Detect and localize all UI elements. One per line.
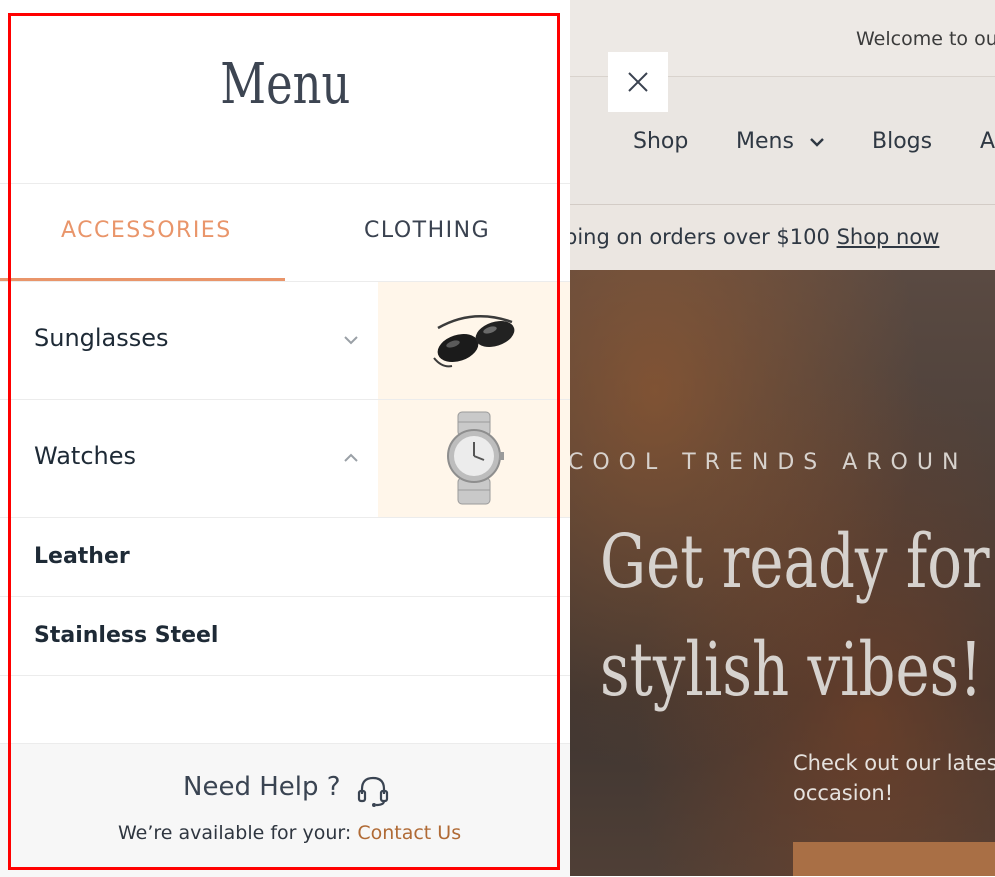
background-site: Welcome to ou Shop Mens Blogs A ping on … (570, 0, 995, 876)
watch-icon (447, 411, 504, 505)
close-menu-button[interactable] (608, 52, 668, 112)
category-watches[interactable]: Watches (0, 400, 570, 518)
availability-text: We’re available for your: Contact Us (118, 822, 461, 844)
hero-cta-button[interactable] (793, 842, 995, 876)
nav-blogs[interactable]: Blogs (872, 129, 932, 154)
hero-title-line-2: stylish vibes! (600, 627, 983, 713)
nav-mens[interactable]: Mens (736, 129, 825, 154)
hero-description-line-2: occasion! (793, 781, 894, 805)
contact-us-link[interactable]: Contact Us (357, 822, 461, 844)
promo-bar: ping on orders over $100 Shop now (570, 204, 995, 271)
category-label: Watches (34, 442, 136, 470)
menu-title: Menu (219, 52, 351, 117)
welcome-text: Welcome to ou (856, 28, 995, 50)
subcategory-label: Stainless Steel (34, 623, 219, 648)
hero-banner: COOL TRENDS AROUN Get ready for stylish … (570, 270, 995, 876)
category-label: Sunglasses (34, 324, 169, 352)
availability-label: We’re available for your: (118, 822, 352, 844)
divider (0, 183, 570, 184)
chevron-down-icon (810, 138, 824, 147)
watch-thumbnail (378, 400, 570, 517)
promo-message: ping on orders over $100 (570, 225, 830, 249)
need-help-text: Need Help ? (183, 772, 341, 802)
hero-description-line-1: Check out our lates (793, 751, 995, 775)
menu-footer: Need Help ? We’re available for your: Co… (0, 743, 570, 877)
sunglasses-icon (433, 315, 515, 368)
close-icon (628, 72, 648, 92)
hero-description: Check out our lates occasion! (793, 748, 995, 808)
sunglasses-thumbnail (378, 282, 570, 399)
subcategory-stainless-steel[interactable]: Stainless Steel (0, 597, 570, 676)
hero-subtitle: COOL TRENDS AROUN (570, 450, 968, 475)
hero-title-line-1: Get ready for (600, 519, 990, 605)
promo-text: ping on orders over $100 Shop now (570, 225, 939, 249)
menu-drawer: Menu ACCESSORIES CLOTHING Sunglasses Wat… (0, 0, 570, 877)
subcategory-leather[interactable]: Leather (0, 518, 570, 597)
chevron-up-icon (344, 453, 358, 462)
subcategory-label: Leather (34, 544, 130, 569)
nav-more[interactable]: A (980, 129, 995, 154)
hero-title: Get ready for stylish vibes! (600, 508, 990, 724)
chevron-down-icon (344, 336, 358, 345)
headset-icon (357, 776, 389, 807)
nav-mens-label: Mens (736, 129, 794, 154)
tab-clothing[interactable]: CLOTHING (364, 218, 490, 243)
nav-shop[interactable]: Shop (633, 129, 688, 154)
category-sunglasses[interactable]: Sunglasses (0, 282, 570, 400)
tab-accessories[interactable]: ACCESSORIES (61, 218, 232, 243)
shop-now-link[interactable]: Shop now (837, 225, 940, 249)
